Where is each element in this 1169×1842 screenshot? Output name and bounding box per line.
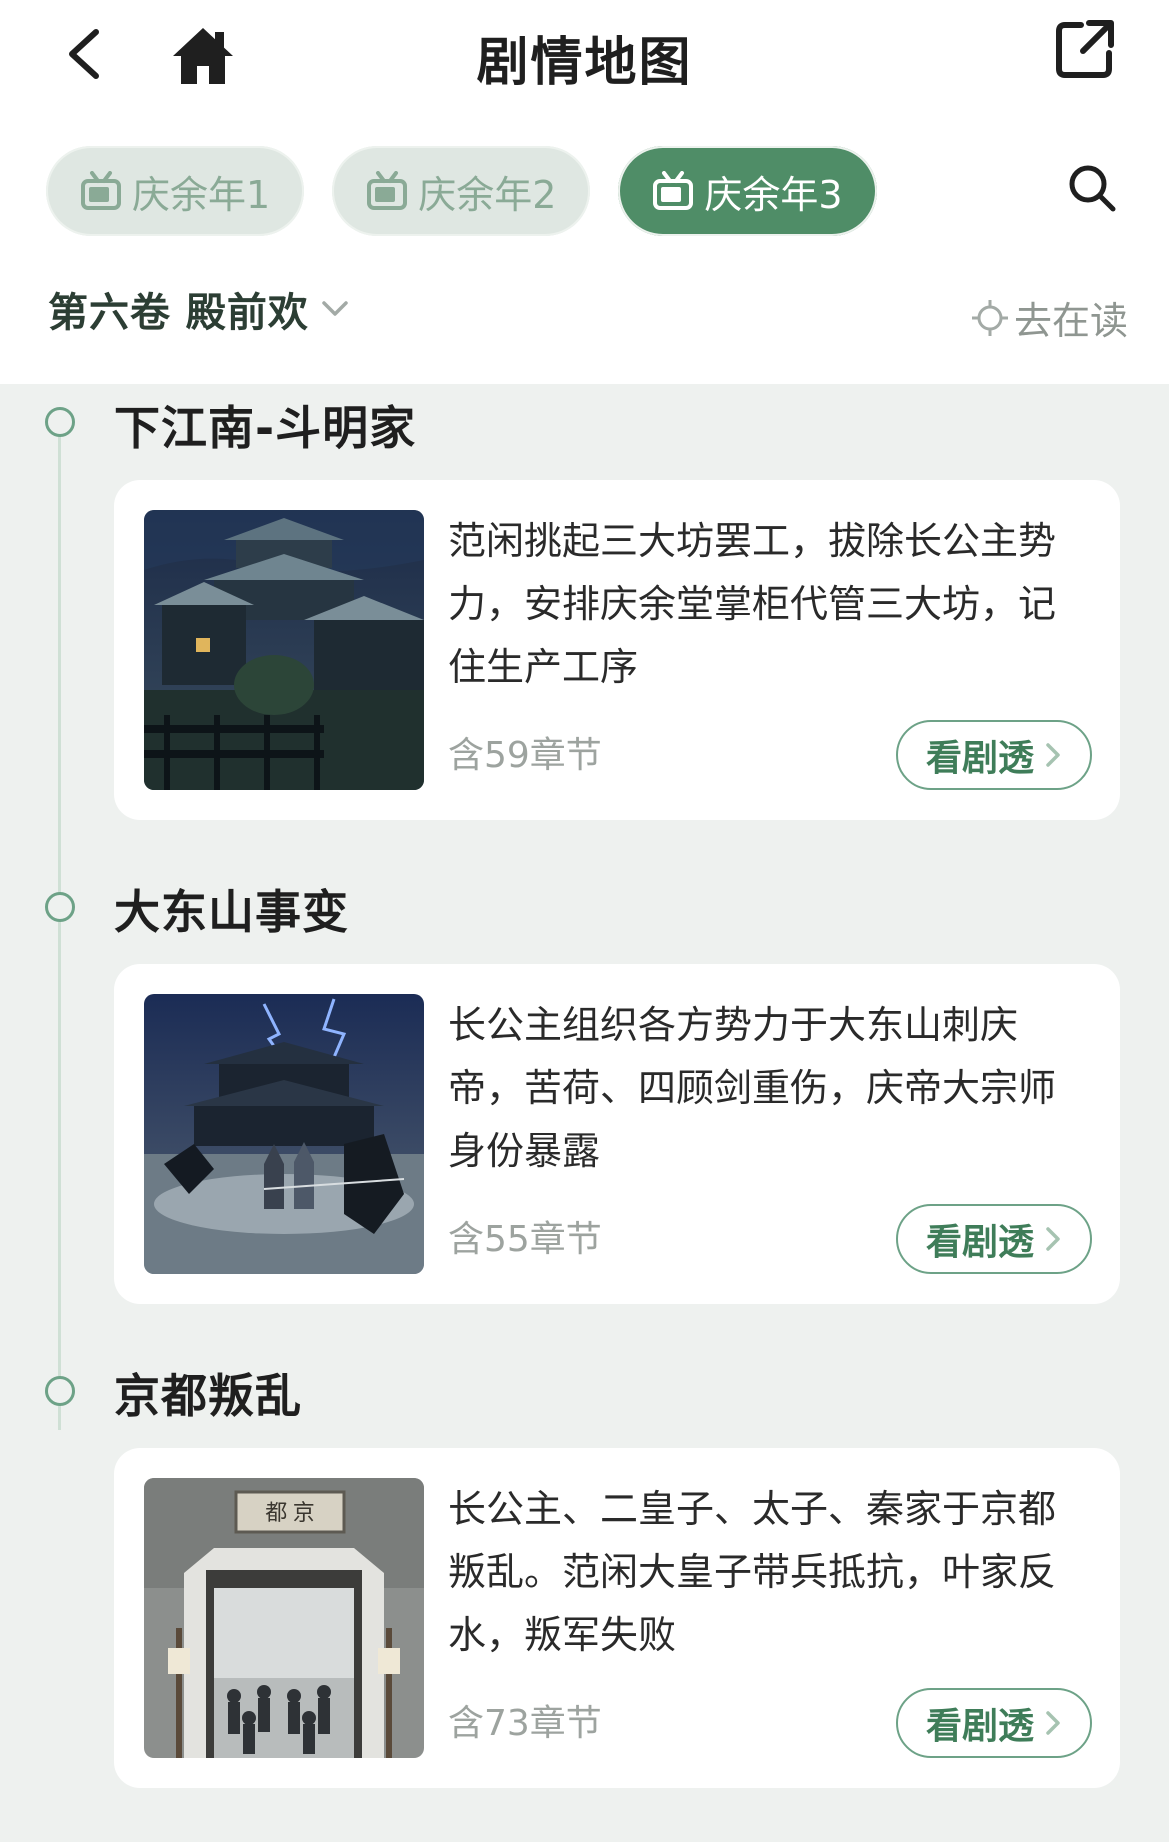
- chapter-count: 含73章节: [448, 1703, 602, 1744]
- plot-thumbnail-night-palace: [144, 510, 424, 790]
- tab-season-1[interactable]: 庆余年1: [46, 146, 305, 236]
- top-nav-bar: 剧情地图: [0, 0, 1169, 115]
- plot-card[interactable]: 都 京 长公主、二皇子、太子、秦家于京都叛乱。范闲大皇子带兵抵抗，叶家反水，叛军…: [114, 1448, 1120, 1788]
- page-title: 剧情地图: [476, 33, 693, 93]
- view-spoiler-label: 看剧透: [925, 738, 1034, 779]
- plot-description: 范闲挑起三大坊罢工，拔除长公主势力，安排庆余堂掌柜代管三大坊，记住生产工序: [448, 519, 1057, 689]
- plot-card[interactable]: 长公主组织各方势力于大东山刺庆帝，苦荷、四顾剑重伤，庆帝大宗师身份暴露 含55章…: [114, 964, 1120, 1304]
- chevron-right-icon: [1046, 1711, 1060, 1735]
- crosshair-icon: [972, 299, 1008, 336]
- volume-selector[interactable]: 第六卷 殿前欢: [48, 280, 349, 338]
- goto-reading-label: 去在读: [1014, 299, 1129, 343]
- season-tabs: 庆余年1 庆余年2 庆余年3: [46, 146, 877, 236]
- tv-icon: [81, 171, 121, 210]
- timeline-dot: [45, 1376, 75, 1406]
- view-spoiler-button[interactable]: 看剧透: [896, 1204, 1092, 1274]
- timeline-dot: [45, 407, 75, 437]
- tab-season-3[interactable]: 庆余年3: [618, 146, 877, 236]
- chapter-count: 含55章节: [448, 1219, 602, 1260]
- tab-label: 庆余年3: [704, 172, 843, 217]
- share-external-icon: [1056, 20, 1114, 78]
- section-title: 大东山事变: [114, 885, 349, 939]
- plot-timeline: 下江南-斗明家 范闲挑起三大坊罢工，拔除长公主势力，安排庆余堂掌柜代管三大坊，记…: [0, 384, 1169, 1842]
- timeline-dot: [45, 892, 75, 922]
- tab-label: 庆余年2: [418, 172, 557, 217]
- chapter-count: 含59章节: [448, 735, 602, 776]
- section-title: 下江南-斗明家: [114, 401, 417, 455]
- gate-sign-text: 都 京: [265, 1500, 315, 1525]
- plot-thumbnail-storm-battle: [144, 994, 424, 1274]
- search-icon: [1069, 165, 1116, 212]
- tv-icon: [367, 171, 408, 210]
- volume-label: 第六卷 殿前欢: [48, 290, 309, 336]
- section-title: 京都叛乱: [114, 1369, 302, 1423]
- plot-card[interactable]: 范闲挑起三大坊罢工，拔除长公主势力，安排庆余堂掌柜代管三大坊，记住生产工序 含5…: [114, 480, 1120, 820]
- plot-description: 长公主、二皇子、太子、秦家于京都叛乱。范闲大皇子带兵抵抗，叶家反水，叛军失败: [448, 1487, 1057, 1657]
- share-button[interactable]: [1050, 14, 1120, 84]
- tv-icon: [653, 171, 694, 210]
- chevron-right-icon: [1046, 1227, 1060, 1251]
- plot-thumbnail-city-gate: 都 京: [144, 1478, 424, 1758]
- view-spoiler-button[interactable]: 看剧透: [896, 1688, 1092, 1758]
- chevron-down-icon: [322, 301, 348, 316]
- goto-reading-button[interactable]: 去在读: [970, 290, 1128, 345]
- timeline-line: [58, 420, 61, 1430]
- tab-label: 庆余年1: [132, 172, 271, 217]
- search-button[interactable]: [1060, 156, 1124, 220]
- view-spoiler-label: 看剧透: [925, 1222, 1034, 1263]
- view-spoiler-label: 看剧透: [925, 1706, 1034, 1747]
- view-spoiler-button[interactable]: 看剧透: [896, 720, 1092, 790]
- tab-season-2[interactable]: 庆余年2: [332, 146, 591, 236]
- chevron-right-icon: [1046, 743, 1060, 767]
- plot-description: 长公主组织各方势力于大东山刺庆帝，苦荷、四顾剑重伤，庆帝大宗师身份暴露: [448, 1003, 1057, 1173]
